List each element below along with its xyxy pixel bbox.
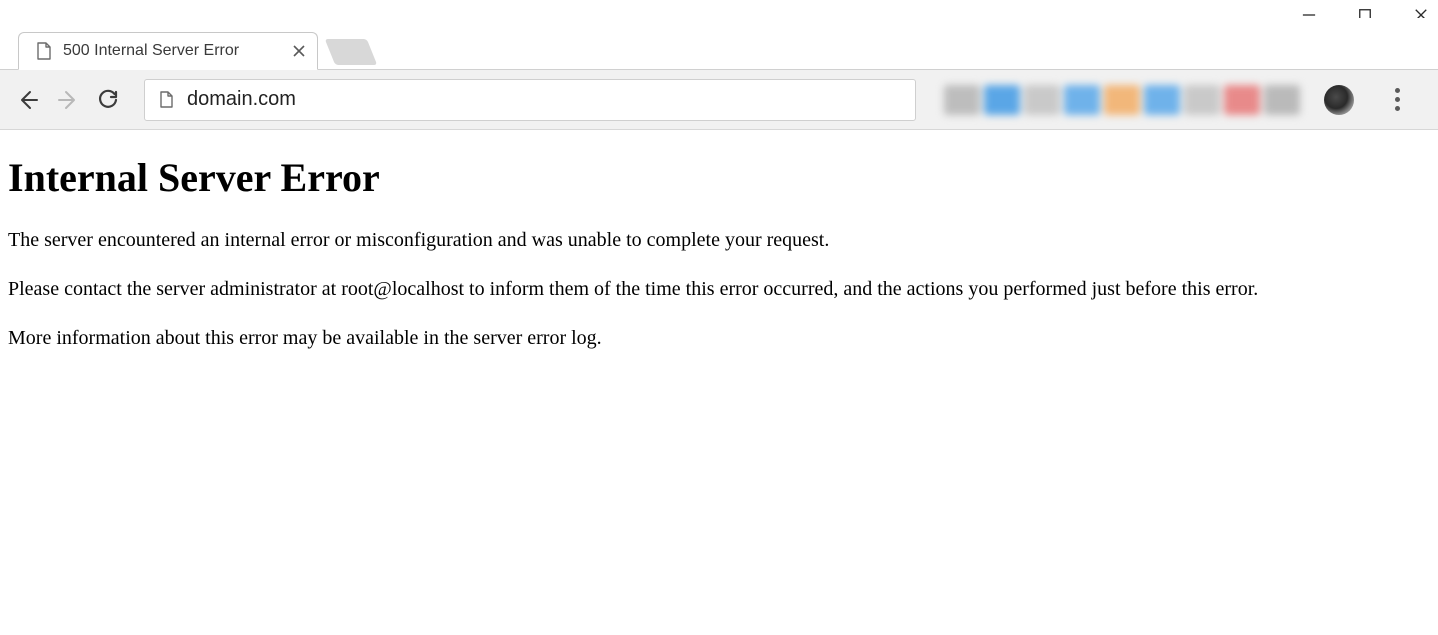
tab-strip: 500 Internal Server Error <box>0 18 1438 70</box>
tab-title: 500 Internal Server Error <box>63 42 239 60</box>
extension-icons <box>944 85 1300 115</box>
close-icon <box>293 45 305 57</box>
back-button[interactable] <box>14 86 42 114</box>
new-tab-button[interactable] <box>325 39 378 65</box>
extension-icon[interactable] <box>944 85 980 115</box>
tab-close-button[interactable] <box>291 43 307 59</box>
url-input[interactable] <box>187 88 903 111</box>
extension-icon[interactable] <box>1224 85 1260 115</box>
address-bar[interactable] <box>144 79 916 121</box>
tab-active[interactable]: 500 Internal Server Error <box>18 32 318 70</box>
error-paragraph-1: The server encountered an internal error… <box>8 227 1428 254</box>
extension-icon[interactable] <box>1104 85 1140 115</box>
extension-icon[interactable] <box>1064 85 1100 115</box>
extension-icon[interactable] <box>1024 85 1060 115</box>
reload-icon <box>97 89 119 111</box>
extension-icon[interactable] <box>984 85 1020 115</box>
page-icon <box>157 91 175 109</box>
reload-button[interactable] <box>94 86 122 114</box>
forward-icon <box>57 89 79 111</box>
page-content: Internal Server Error The server encount… <box>0 130 1438 392</box>
error-paragraph-3: More information about this error may be… <box>8 325 1428 352</box>
extension-icon[interactable] <box>1264 85 1300 115</box>
kebab-menu-icon <box>1395 88 1400 111</box>
page-icon <box>35 42 53 60</box>
extension-icon[interactable] <box>1144 85 1180 115</box>
toolbar <box>0 70 1438 130</box>
error-heading: Internal Server Error <box>8 154 1430 201</box>
window-titlebar <box>0 0 1438 18</box>
back-icon <box>17 89 39 111</box>
extension-icon[interactable] <box>1184 85 1220 115</box>
forward-button[interactable] <box>54 86 82 114</box>
profile-avatar[interactable] <box>1324 85 1354 115</box>
error-paragraph-2: Please contact the server administrator … <box>8 276 1428 303</box>
browser-menu-button[interactable] <box>1382 85 1412 115</box>
